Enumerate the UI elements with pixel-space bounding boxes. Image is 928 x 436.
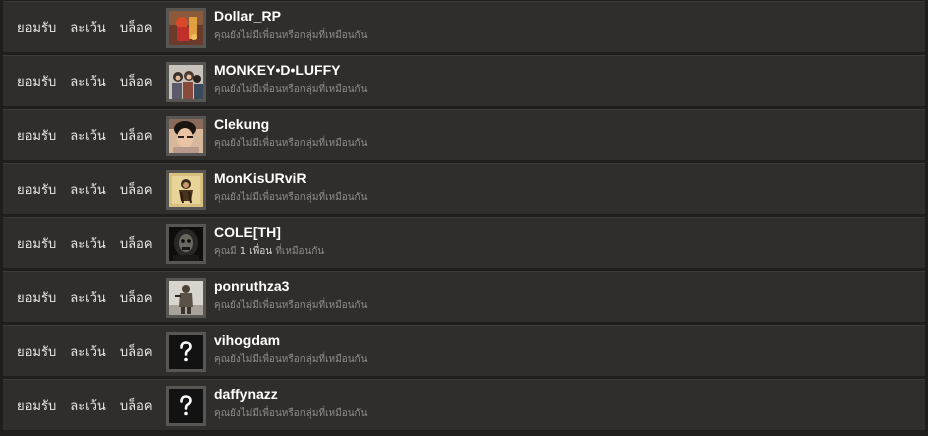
avatar-image bbox=[169, 227, 203, 261]
friend-request-list: ยอมรับ ละเว้น บล็อค Dollar_RP คุณยังไม่ม… bbox=[0, 0, 928, 436]
avatar[interactable] bbox=[166, 170, 206, 210]
ignore-button[interactable]: ละเว้น bbox=[70, 395, 106, 416]
ignore-button[interactable]: ละเว้น bbox=[70, 125, 106, 146]
block-button[interactable]: บล็อค bbox=[120, 71, 153, 92]
request-actions: ยอมรับ ละเว้น บล็อค bbox=[17, 164, 167, 215]
friend-request-row: ยอมรับ ละเว้น บล็อค ponruthza3 คุณยังไม่… bbox=[3, 271, 925, 322]
requester-name[interactable]: daffynazz bbox=[214, 386, 278, 402]
friend-request-row: ยอมรับ ละเว้น บล็อค daffynazz คุณยังไม่ม… bbox=[3, 379, 925, 430]
avatar[interactable] bbox=[166, 386, 206, 426]
avatar-image bbox=[169, 119, 203, 153]
requester-name[interactable]: Dollar_RP bbox=[214, 8, 281, 24]
block-button[interactable]: บล็อค bbox=[120, 17, 153, 38]
avatar-image bbox=[169, 65, 203, 99]
requester-name[interactable]: COLE[TH] bbox=[214, 224, 281, 240]
request-actions: ยอมรับ ละเว้น บล็อค bbox=[17, 218, 167, 269]
request-actions: ยอมรับ ละเว้น บล็อค bbox=[17, 380, 167, 431]
friend-request-row: ยอมรับ ละเว้น บล็อค MonKisURviR คุณยังไม… bbox=[3, 163, 925, 214]
question-mark-icon bbox=[169, 335, 203, 369]
request-actions: ยอมรับ ละเว้น บล็อค bbox=[17, 326, 167, 377]
ignore-button[interactable]: ละเว้น bbox=[70, 287, 106, 308]
accept-button[interactable]: ยอมรับ bbox=[17, 179, 56, 200]
requester-name[interactable]: ponruthza3 bbox=[214, 278, 289, 294]
block-button[interactable]: บล็อค bbox=[120, 125, 153, 146]
status-prefix: คุณมี bbox=[214, 246, 237, 257]
friend-request-row: ยอมรับ ละเว้น บล็อค COLE[TH] คุณมี 1 เพื… bbox=[3, 217, 925, 268]
mutual-status: คุณยังไม่มีเพื่อนหรือกลุ่มที่เหมือนกัน bbox=[214, 354, 368, 365]
friend-request-row: ยอมรับ ละเว้น บล็อค MONKEY•D•LUFFY คุณยั… bbox=[3, 55, 925, 106]
request-actions: ยอมรับ ละเว้น บล็อค bbox=[17, 110, 167, 161]
block-button[interactable]: บล็อค bbox=[120, 395, 153, 416]
accept-button[interactable]: ยอมรับ bbox=[17, 17, 56, 38]
avatar[interactable] bbox=[166, 116, 206, 156]
avatar[interactable] bbox=[166, 62, 206, 102]
friend-request-row: ยอมรับ ละเว้น บล็อค Dollar_RP คุณยังไม่ม… bbox=[3, 1, 925, 52]
avatar[interactable] bbox=[166, 224, 206, 264]
mutual-status: คุณยังไม่มีเพื่อนหรือกลุ่มที่เหมือนกัน bbox=[214, 138, 368, 149]
ignore-button[interactable]: ละเว้น bbox=[70, 17, 106, 38]
accept-button[interactable]: ยอมรับ bbox=[17, 287, 56, 308]
request-actions: ยอมรับ ละเว้น บล็อค bbox=[17, 56, 167, 107]
status-suffix: ที่เหมือนกัน bbox=[275, 246, 325, 257]
block-button[interactable]: บล็อค bbox=[120, 287, 153, 308]
accept-button[interactable]: ยอมรับ bbox=[17, 395, 56, 416]
ignore-button[interactable]: ละเว้น bbox=[70, 341, 106, 362]
friend-request-row: ยอมรับ ละเว้น บล็อค vihogdam คุณยังไม่มี… bbox=[3, 325, 925, 376]
mutual-status: คุณยังไม่มีเพื่อนหรือกลุ่มที่เหมือนกัน bbox=[214, 300, 368, 311]
block-button[interactable]: บล็อค bbox=[120, 179, 153, 200]
requester-name[interactable]: MonKisURviR bbox=[214, 170, 307, 186]
mutual-friend-count[interactable]: 1 เพื่อน bbox=[240, 246, 272, 257]
friend-request-row: ยอมรับ ละเว้น บล็อค Clekung คุณยังไม่มีเ… bbox=[3, 109, 925, 160]
accept-button[interactable]: ยอมรับ bbox=[17, 71, 56, 92]
block-button[interactable]: บล็อค bbox=[120, 233, 153, 254]
mutual-status: คุณยังไม่มีเพื่อนหรือกลุ่มที่เหมือนกัน bbox=[214, 192, 368, 203]
ignore-button[interactable]: ละเว้น bbox=[70, 233, 106, 254]
requester-name[interactable]: MONKEY•D•LUFFY bbox=[214, 62, 340, 78]
mutual-status: คุณยังไม่มีเพื่อนหรือกลุ่มที่เหมือนกัน bbox=[214, 30, 368, 41]
accept-button[interactable]: ยอมรับ bbox=[17, 233, 56, 254]
mutual-status: คุณยังไม่มีเพื่อนหรือกลุ่มที่เหมือนกัน bbox=[214, 408, 368, 419]
request-actions: ยอมรับ ละเว้น บล็อค bbox=[17, 272, 167, 323]
ignore-button[interactable]: ละเว้น bbox=[70, 71, 106, 92]
accept-button[interactable]: ยอมรับ bbox=[17, 125, 56, 146]
mutual-status: คุณยังไม่มีเพื่อนหรือกลุ่มที่เหมือนกัน bbox=[214, 84, 368, 95]
ignore-button[interactable]: ละเว้น bbox=[70, 179, 106, 200]
block-button[interactable]: บล็อค bbox=[120, 341, 153, 362]
request-actions: ยอมรับ ละเว้น บล็อค bbox=[17, 2, 167, 53]
avatar[interactable] bbox=[166, 278, 206, 318]
avatar-image bbox=[169, 11, 203, 45]
requester-name[interactable]: vihogdam bbox=[214, 332, 280, 348]
avatar-image bbox=[169, 281, 203, 315]
mutual-status: คุณมี 1 เพื่อน ที่เหมือนกัน bbox=[214, 244, 324, 259]
requester-name[interactable]: Clekung bbox=[214, 116, 269, 132]
avatar[interactable] bbox=[166, 332, 206, 372]
avatar-image bbox=[169, 173, 203, 207]
accept-button[interactable]: ยอมรับ bbox=[17, 341, 56, 362]
avatar[interactable] bbox=[166, 8, 206, 48]
question-mark-icon bbox=[169, 389, 203, 423]
